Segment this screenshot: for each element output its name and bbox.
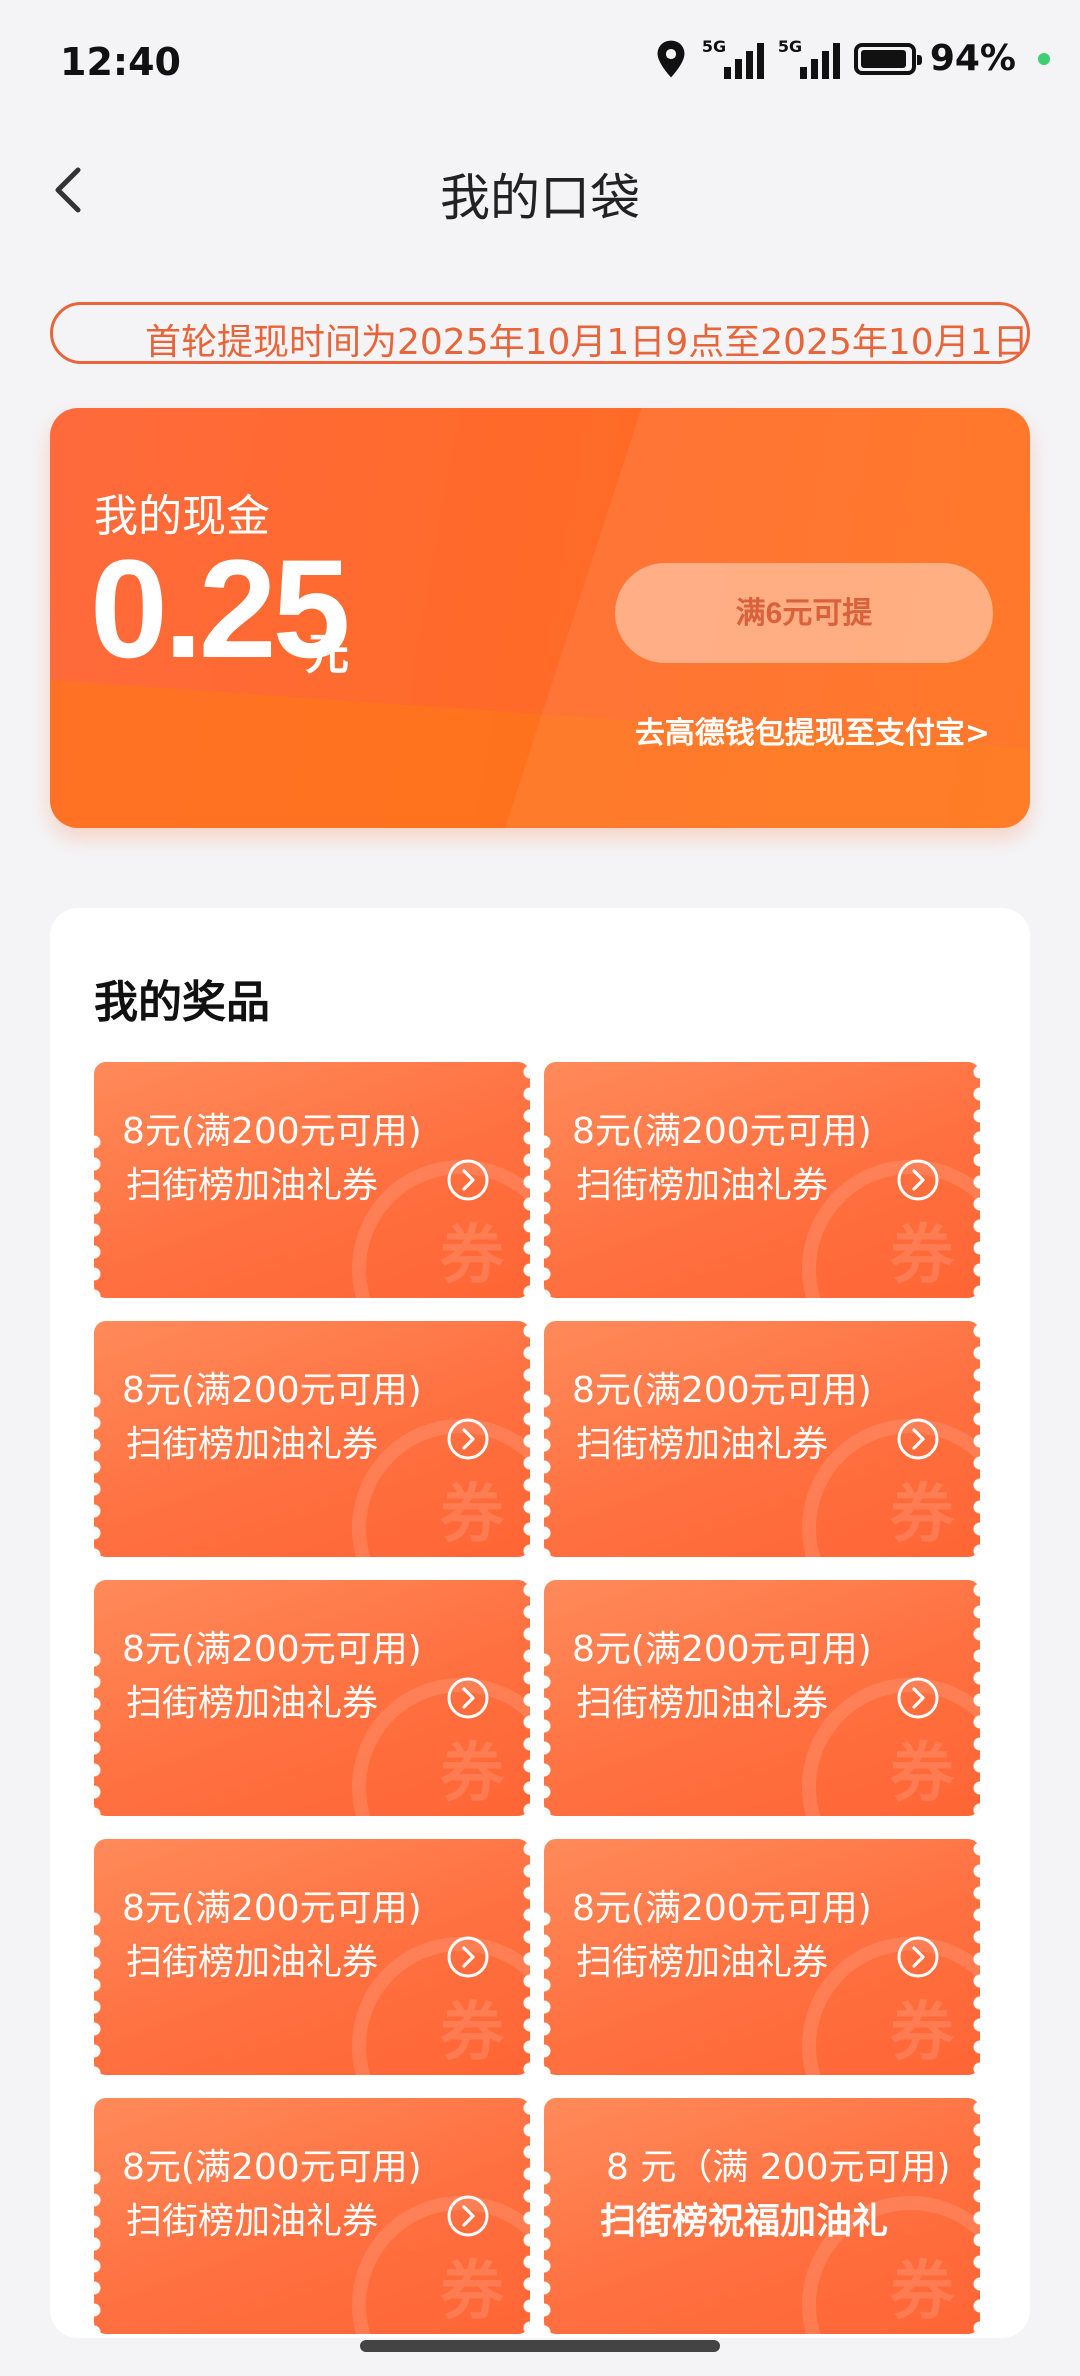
chevron-right-circle-icon[interactable]	[896, 1158, 940, 1202]
prize-coupon[interactable]: 券 8元(满200元可用) 扫街榜加油礼券	[94, 2098, 530, 2334]
coupon-value: 8元(满200元可用)	[122, 1111, 422, 1152]
coupon-name: 扫街榜加油礼券	[126, 1942, 379, 1983]
privacy-indicator-dot	[1038, 52, 1050, 65]
signal-strength-icon: 5G	[701, 36, 764, 79]
coupon-value: 8元(满200元可用)	[572, 1111, 872, 1152]
home-indicator[interactable]	[360, 2340, 720, 2352]
coupon-stamp: 券	[440, 1478, 504, 1552]
coupon-stamp: 券	[440, 1219, 504, 1293]
withdraw-notice-marquee: 首轮提现时间为2025年10月1日9点至2025年10月1日2	[50, 302, 1030, 364]
alipay-withdraw-link[interactable]: 去高德钱包提现至支付宝>	[635, 708, 990, 752]
coupon-value: 8元(满200元可用)	[122, 1370, 422, 1411]
coupon-name: 扫街榜加油礼券	[126, 1165, 379, 1206]
status-bar: 12:40 5G 5G 94%	[0, 0, 1080, 130]
battery-icon	[853, 42, 922, 75]
marquee-text: 首轮提现时间为2025年10月1日9点至2025年10月1日2	[145, 322, 1030, 363]
prizes-title: 我的奖品	[94, 977, 270, 1028]
chevron-right-circle-icon[interactable]	[446, 1158, 490, 1202]
coupon-stamp: 券	[890, 1478, 954, 1552]
prizes-panel: 我的奖品 券 8元(满200元可用) 扫街榜加油礼券券 8元(满200元可用) 扫街榜加…	[50, 908, 1030, 2338]
signal-strength-icon-2: 5G	[777, 36, 840, 79]
prize-coupon[interactable]: 券 8元(满200元可用) 扫街榜加油礼券	[94, 1580, 530, 1816]
withdraw-button[interactable]: 满6元可提	[615, 563, 993, 663]
nav-bar: 我的口袋	[0, 130, 1080, 250]
chevron-right-circle-icon[interactable]	[446, 2194, 490, 2238]
chevron-right-circle-icon[interactable]	[446, 1417, 490, 1461]
status-icons: 5G 5G 94%	[654, 36, 1050, 79]
prize-coupon[interactable]: 券 8元(满200元可用) 扫街榜加油礼券	[544, 1580, 980, 1816]
signal-label: 5G	[701, 36, 727, 56]
coupon-name: 扫街榜加油礼券	[576, 1424, 829, 1465]
prize-coupon[interactable]: 券 8 元（满 200元可用) 扫街榜祝福加油礼	[544, 2098, 980, 2334]
coupon-stamp: 券	[890, 1996, 954, 2070]
prize-coupon[interactable]: 券 8元(满200元可用) 扫街榜加油礼券	[94, 1062, 530, 1298]
prize-coupon[interactable]: 券 8元(满200元可用) 扫街榜加油礼券	[94, 1839, 530, 2075]
coupon-name: 扫街榜加油礼券	[576, 1942, 829, 1983]
coupon-name: 扫街榜加油礼券	[126, 1683, 379, 1724]
location-pin-icon	[657, 40, 685, 77]
coupon-stamp: 券	[890, 1737, 954, 1811]
coupon-value: 8元(满200元可用)	[572, 1370, 872, 1411]
coupon-value: 8元(满200元可用)	[572, 1888, 872, 1929]
coupon-stamp: 券	[440, 1737, 504, 1811]
coupon-value: 8元(满200元可用)	[122, 1888, 422, 1929]
battery-percent: 94%	[929, 38, 1016, 79]
coupon-value: 8元(满200元可用)	[122, 2147, 422, 2188]
chevron-right-circle-icon[interactable]	[896, 1417, 940, 1461]
coupon-value: 8元(满200元可用)	[572, 1629, 872, 1670]
chevron-right-circle-icon[interactable]	[896, 1935, 940, 1979]
chevron-right-circle-icon[interactable]	[446, 1935, 490, 1979]
coupon-stamp: 券	[440, 1996, 504, 2070]
prize-coupon[interactable]: 券 8元(满200元可用) 扫街榜加油礼券	[544, 1839, 980, 2075]
prize-coupon[interactable]: 券 8元(满200元可用) 扫街榜加油礼券	[544, 1062, 980, 1298]
coupon-value: 8元(满200元可用)	[122, 1629, 422, 1670]
coupon-stamp: 券	[890, 1219, 954, 1293]
status-time: 12:40	[60, 40, 181, 84]
signal-label-2: 5G	[777, 36, 803, 56]
coupon-value: 8 元（满 200元可用)	[606, 2147, 951, 2188]
coupon-name: 扫街榜加油礼券	[126, 2201, 379, 2242]
coupon-stamp: 券	[440, 2255, 504, 2329]
prize-coupon[interactable]: 券 8元(满200元可用) 扫街榜加油礼券	[94, 1321, 530, 1557]
chevron-right-circle-icon[interactable]	[896, 1676, 940, 1720]
page-title: 我的口袋	[440, 169, 640, 227]
coupon-name: 扫街榜加油礼券	[576, 1683, 829, 1724]
coupon-name: 扫街榜祝福加油礼	[600, 2201, 889, 2242]
coupon-stamp: 券	[890, 2255, 954, 2329]
coupon-name: 扫街榜加油礼券	[126, 1424, 379, 1465]
chevron-right-circle-icon[interactable]	[446, 1676, 490, 1720]
prize-coupon[interactable]: 券 8元(满200元可用) 扫街榜加油礼券	[544, 1321, 980, 1557]
coupon-name: 扫街榜加油礼券	[576, 1165, 829, 1206]
cash-unit: 元	[305, 629, 349, 680]
cash-card: 我的现金 0.25 元 满6元可提 去高德钱包提现至支付宝>	[50, 408, 1030, 828]
